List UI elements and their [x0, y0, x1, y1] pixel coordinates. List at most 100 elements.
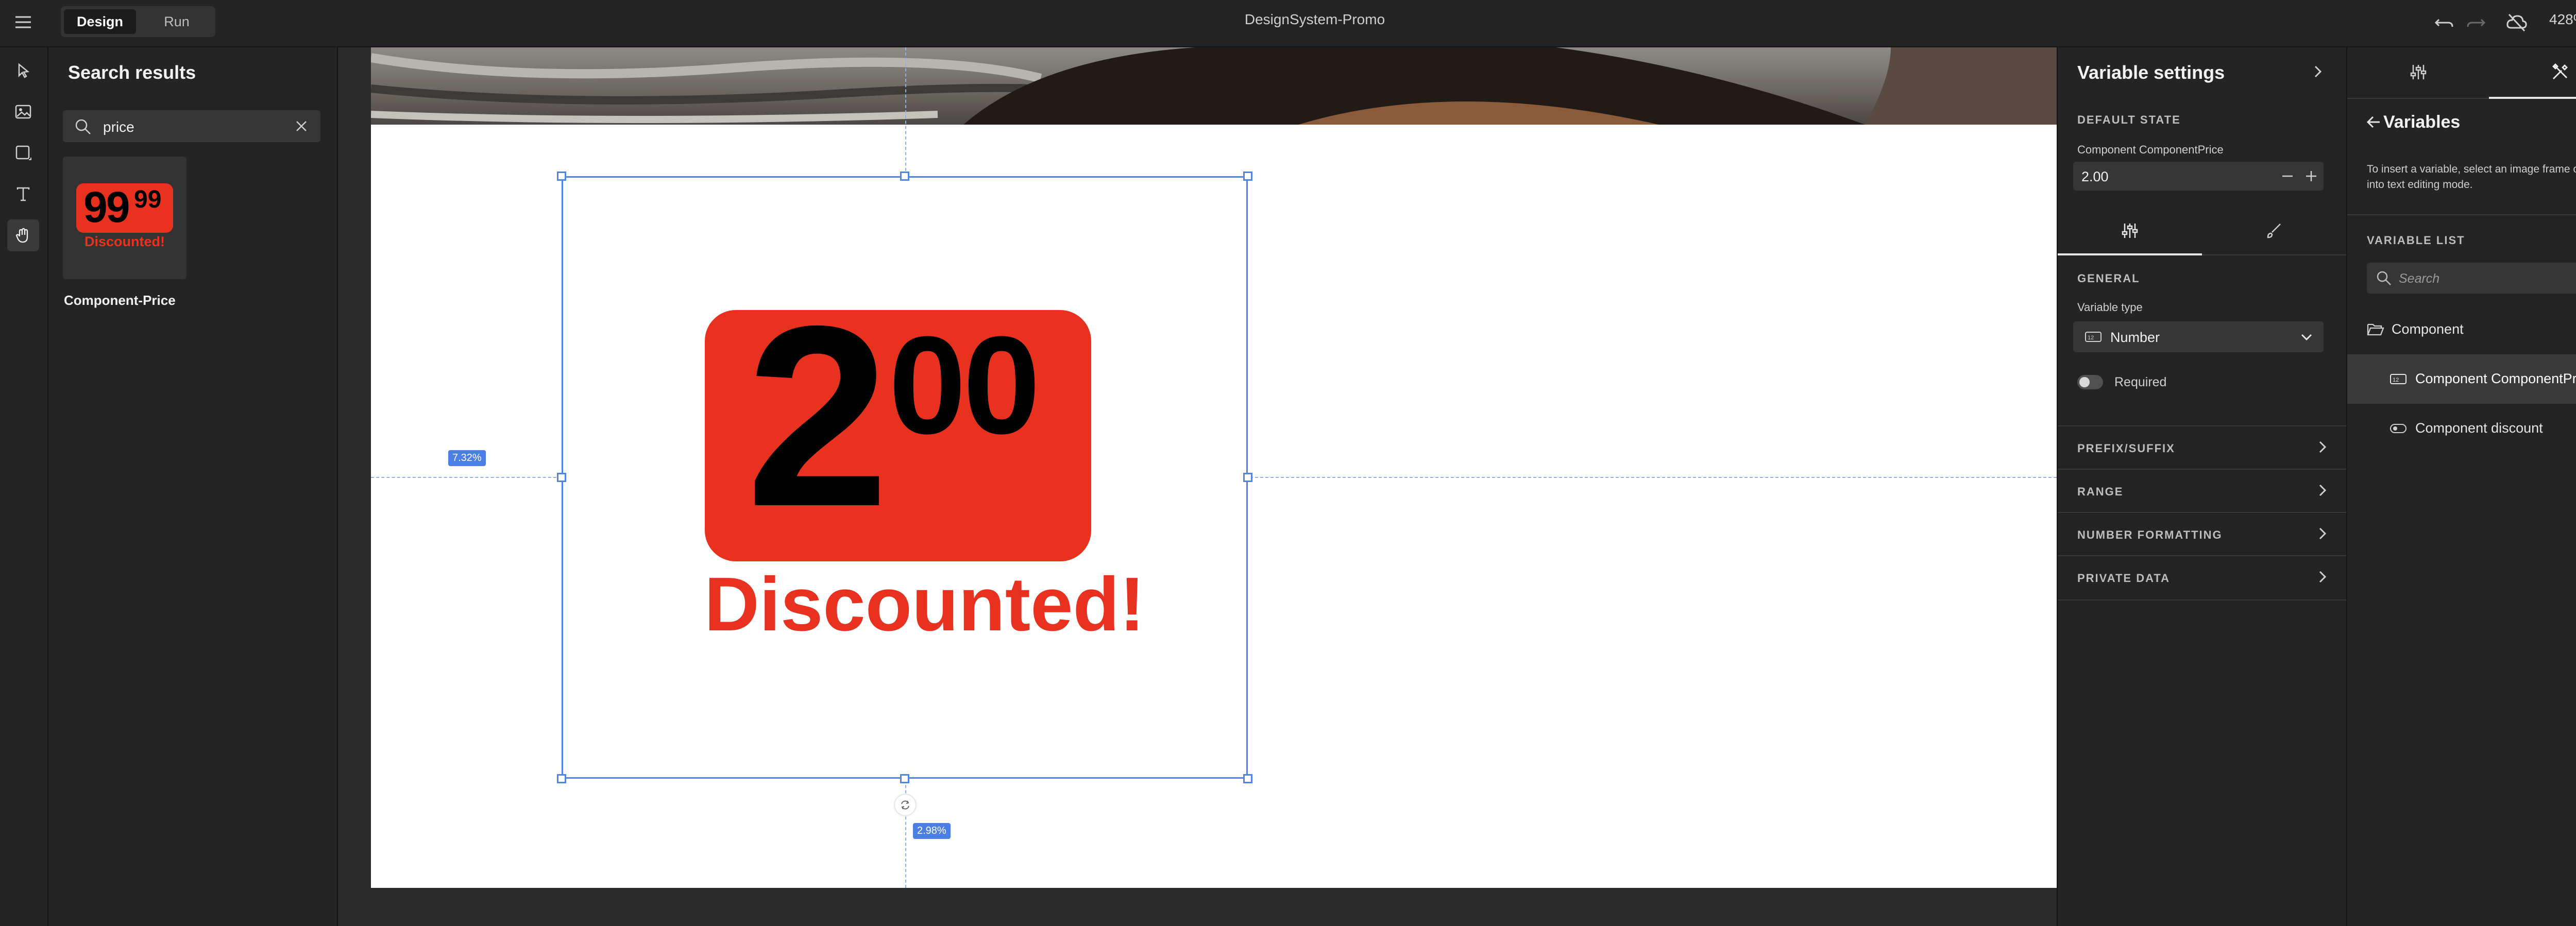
- chevron-right-icon: [2315, 440, 2330, 454]
- document-title: DesignSystem-Promo: [1244, 11, 1385, 27]
- section-label: PREFIX/SUFFIX: [2077, 442, 2175, 455]
- default-value[interactable]: 2.00: [2081, 169, 2109, 185]
- variable-type-select[interactable]: 12 Number: [2073, 321, 2324, 352]
- section-label: NUMBER FORMATTING: [2077, 528, 2223, 541]
- resize-handle[interactable]: [1243, 172, 1252, 181]
- search-value: price: [103, 119, 134, 135]
- component-label: Component ComponentPrice: [2077, 143, 2224, 156]
- image-icon[interactable]: [7, 96, 39, 128]
- number-variable-icon: 12: [2389, 372, 2407, 386]
- distance-badge-bottom: 2.98%: [913, 823, 951, 839]
- general-caption: GENERAL: [2077, 272, 2140, 285]
- variable-list-caption: VARIABLE LIST: [2367, 234, 2465, 247]
- divider: [2347, 214, 2576, 215]
- chevron-down-icon: [2299, 330, 2314, 345]
- price-superscript: 00: [889, 310, 1040, 463]
- resize-handle[interactable]: [557, 473, 566, 482]
- variable-type-label: Variable type: [2077, 301, 2143, 314]
- thumbnail-price-main: 99: [83, 183, 130, 231]
- guide-line: [905, 47, 906, 176]
- number-formatting-section[interactable]: NUMBER FORMATTING: [2058, 512, 2346, 556]
- panel-title: Variables: [2383, 112, 2461, 132]
- tool-strip: [0, 47, 48, 926]
- folder-open-icon: [2367, 321, 2384, 337]
- number-type-icon: 12: [2084, 330, 2102, 344]
- sliders-tab[interactable]: [2058, 208, 2202, 255]
- svg-text:12: 12: [2393, 377, 2399, 383]
- result-thumbnail[interactable]: 99 99 Discounted!: [63, 157, 187, 279]
- resize-handle[interactable]: [900, 774, 909, 783]
- undo-icon[interactable]: [2434, 12, 2454, 33]
- toggle-variable-icon: [2389, 421, 2407, 436]
- cloud-offline-icon[interactable]: [2506, 12, 2528, 33]
- guide-line: [371, 477, 562, 478]
- tools-tab[interactable]: [2489, 47, 2576, 99]
- variable-label: Component discount: [2415, 420, 2543, 436]
- top-bar: Design Run DesignSystem-Promo 428%: [0, 0, 2576, 47]
- properties-tab[interactable]: [2347, 47, 2489, 97]
- section-label: PRIVATE DATA: [2077, 572, 2171, 585]
- brush-icon: [2267, 224, 2281, 238]
- brush-tab[interactable]: [2202, 208, 2346, 253]
- distance-badge-left: 7.32%: [448, 450, 486, 466]
- result-label[interactable]: Component-Price: [64, 293, 176, 308]
- tools-icon: [2552, 63, 2568, 79]
- required-label: Required: [2114, 375, 2167, 389]
- hand-icon[interactable]: [7, 219, 39, 251]
- svg-text:12: 12: [2088, 335, 2094, 341]
- panel-title: Variable settings: [2077, 62, 2225, 83]
- price-pill: 2 00: [705, 310, 1091, 561]
- background-photo: [371, 47, 2057, 125]
- zoom-level[interactable]: 428%: [2549, 11, 2576, 28]
- clear-icon[interactable]: [295, 119, 308, 133]
- search-icon: [2376, 270, 2392, 286]
- search-placeholder: Search: [2399, 271, 2440, 286]
- variables-panel: Variables To insert a variable, select a…: [2346, 47, 2576, 926]
- default-value-stepper[interactable]: 2.00: [2073, 162, 2324, 191]
- rotate-icon[interactable]: [895, 795, 916, 815]
- resize-handle[interactable]: [557, 172, 566, 181]
- resize-handle[interactable]: [900, 172, 909, 181]
- thumbnail-price-sup: 99: [134, 186, 162, 213]
- settings-tabs: [2058, 208, 2346, 255]
- resize-handle[interactable]: [557, 774, 566, 783]
- resize-handle[interactable]: [1243, 473, 1252, 482]
- thumbnail-discount-text: Discounted!: [84, 234, 165, 249]
- thumbnail-price-pill: 99 99: [76, 183, 173, 233]
- plus-icon[interactable]: [2304, 169, 2318, 183]
- folder-label: Component: [2392, 321, 2464, 337]
- required-toggle[interactable]: [2077, 375, 2103, 389]
- folder-component[interactable]: Component: [2347, 305, 2576, 354]
- help-text: To insert a variable, select an image fr…: [2367, 163, 2576, 191]
- default-state-caption: DEFAULT STATE: [2077, 113, 2181, 126]
- sliders-icon: [2122, 224, 2138, 238]
- back-arrow-icon[interactable]: [2366, 114, 2381, 130]
- variable-label: Component ComponentPrice: [2415, 371, 2576, 386]
- redo-icon[interactable]: [2466, 12, 2486, 33]
- chevron-right-icon: [2315, 526, 2330, 541]
- rectangle-icon[interactable]: [7, 137, 39, 169]
- variable-settings-panel: Variable settings DEFAULT STATE Componen…: [2057, 47, 2346, 926]
- text-icon[interactable]: [7, 178, 39, 210]
- sliders-icon: [2410, 65, 2426, 79]
- chevron-right-icon: [2315, 570, 2330, 584]
- chevron-right-icon[interactable]: [2310, 64, 2326, 79]
- minus-icon[interactable]: [2280, 169, 2295, 183]
- variable-item-discount[interactable]: Component discount: [2347, 404, 2576, 453]
- prefix-suffix-section[interactable]: PREFIX/SUFFIX: [2058, 425, 2346, 470]
- search-results-panel: Search results price 99 99 Discounted! C…: [48, 47, 338, 926]
- variable-item-componentprice[interactable]: 12 Component ComponentPrice: [2347, 354, 2576, 404]
- toggle-knob: [2079, 377, 2090, 387]
- range-section[interactable]: RANGE: [2058, 469, 2346, 513]
- discount-text: Discounted!: [704, 562, 1145, 647]
- private-data-section[interactable]: PRIVATE DATA: [2058, 555, 2346, 601]
- panel-title: Search results: [68, 62, 196, 83]
- search-icon: [74, 118, 92, 135]
- price-main: 2: [746, 310, 889, 560]
- search-input[interactable]: price: [63, 110, 320, 142]
- variable-search-input[interactable]: Search: [2367, 263, 2576, 294]
- resize-handle[interactable]: [1243, 774, 1252, 783]
- chevron-right-icon: [2315, 483, 2330, 498]
- pointer-icon[interactable]: [7, 55, 39, 87]
- variable-type-value: Number: [2110, 330, 2160, 345]
